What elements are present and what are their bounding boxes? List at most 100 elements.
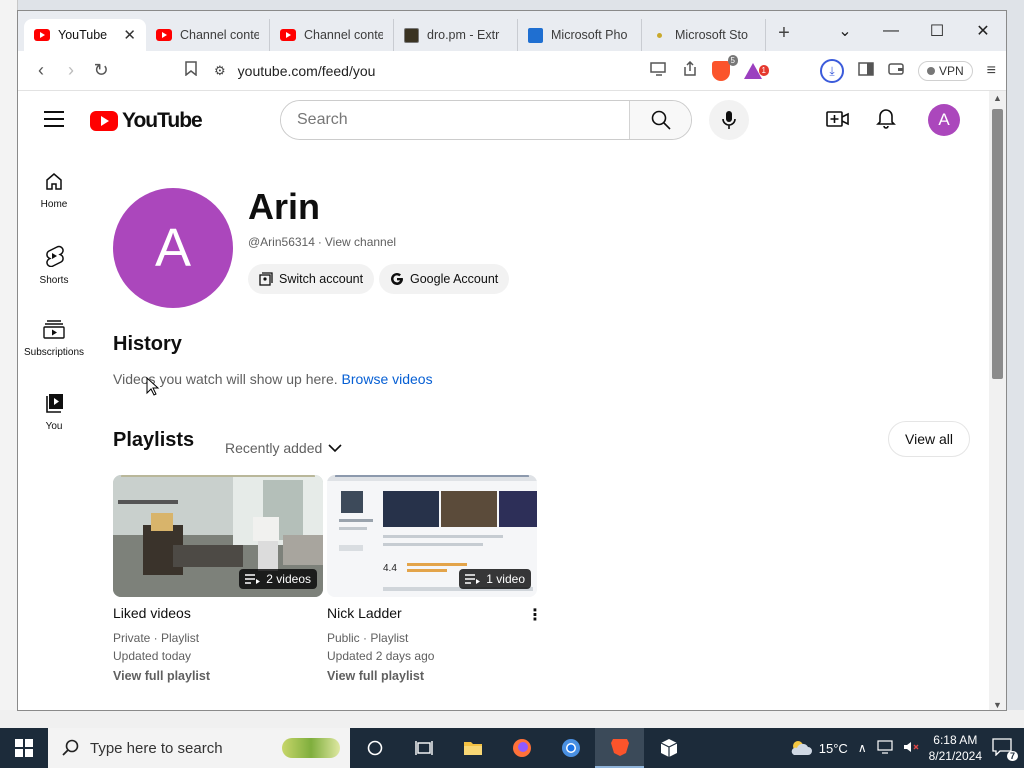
bell-icon — [876, 109, 896, 129]
guide-item-home[interactable]: Home — [18, 161, 90, 235]
chrome-icon[interactable] — [546, 728, 595, 768]
view-full-playlist-link[interactable]: View full playlist — [113, 669, 323, 683]
clock-time: 6:18 AM — [933, 733, 978, 747]
maximize-icon[interactable]: ☐ — [914, 21, 960, 41]
volume-muted-icon[interactable] — [903, 740, 919, 757]
playlist-thumbnail[interactable]: 2 videos — [113, 475, 323, 597]
notifications-button[interactable] — [876, 107, 896, 134]
tab-search-chevron-icon[interactable]: ⌄ — [822, 21, 868, 41]
bookmark-icon[interactable] — [176, 60, 206, 81]
create-button[interactable] — [826, 109, 850, 134]
task-view-icon[interactable] — [399, 728, 448, 768]
home-icon — [46, 173, 62, 190]
browser-window: YouTube ✕ Channel conte Channel conte dr… — [17, 10, 1007, 711]
wallet-icon[interactable] — [888, 62, 904, 81]
brave-rewards-icon[interactable]: 1 — [743, 63, 769, 79]
search-box — [280, 100, 692, 140]
view-channel-link[interactable]: View channel — [325, 235, 396, 249]
youtube-logo[interactable]: YouTube — [90, 109, 203, 133]
playlist-thumbnail[interactable]: 4.4 1 video — [327, 475, 537, 597]
cast-icon[interactable] — [650, 61, 668, 81]
notifications-center-icon[interactable]: 7 — [992, 737, 1018, 761]
browser-toolbar: ‹ › ↻ ⚙ youtube.com/feed/you 5 1 ⤓ VPN ≡ — [18, 51, 1006, 91]
tab-microsoft-store[interactable]: Microsoft Sto — [642, 19, 766, 51]
tab-dro-pm[interactable]: dro.pm - Extr — [394, 19, 518, 51]
scrollbar-thumb[interactable] — [992, 109, 1003, 379]
guide-item-subscriptions[interactable]: Subscriptions — [18, 309, 90, 383]
tab-youtube[interactable]: YouTube ✕ — [24, 19, 146, 51]
minimize-icon[interactable]: — — [868, 22, 914, 40]
scroll-down-icon[interactable]: ▼ — [993, 700, 1002, 710]
network-icon[interactable] — [877, 739, 893, 757]
taskbar-search-placeholder: Type here to search — [90, 739, 223, 757]
history-heading[interactable]: History — [113, 333, 182, 356]
brave-shields-icon[interactable]: 5 — [711, 55, 738, 81]
cortana-icon[interactable] — [350, 728, 399, 768]
file-explorer-icon[interactable] — [448, 728, 497, 768]
new-tab-button[interactable]: + — [766, 22, 802, 45]
reload-icon[interactable]: ↻ — [86, 60, 116, 81]
search-input[interactable] — [281, 101, 629, 139]
guide-item-you[interactable]: You — [18, 383, 90, 457]
close-window-icon[interactable]: ✕ — [960, 21, 1006, 41]
vpn-button[interactable]: VPN — [917, 61, 973, 81]
switch-account-button[interactable]: Switch account — [248, 264, 375, 294]
playlist-title[interactable]: Nick Ladder — [327, 605, 537, 621]
clock[interactable]: 6:18 AM 8/21/2024 — [929, 732, 982, 764]
start-button[interactable] — [0, 728, 48, 768]
download-icon[interactable]: ⤓ — [819, 59, 844, 83]
weather-cloud-icon — [791, 741, 812, 755]
brave-browser-icon[interactable] — [595, 728, 644, 768]
weather-widget[interactable]: 15°C — [789, 738, 848, 758]
voice-search-button[interactable] — [709, 100, 749, 140]
youtube-page: YouTube A Home — [18, 91, 990, 710]
guide-item-shorts[interactable]: Shorts — [18, 235, 90, 309]
tab-title: YouTube — [58, 28, 108, 42]
playlist-title[interactable]: Liked videos — [113, 605, 323, 621]
tab-title: Microsoft Pho — [551, 28, 628, 42]
tab-title: dro.pm - Extr — [427, 28, 500, 42]
more-actions-icon[interactable]: ⋮ — [527, 605, 543, 625]
switch-account-icon — [259, 272, 273, 286]
sort-label: Recently added — [225, 440, 323, 456]
mini-guide: Home Shorts Subscriptions You — [18, 161, 90, 457]
playlists-heading[interactable]: Playlists — [113, 429, 194, 452]
page-scrollbar[interactable]: ▲ ▼ — [989, 91, 1006, 710]
playlist-card-liked[interactable]: 2 videos Liked videos Private · Playlist… — [113, 475, 323, 683]
forward-icon[interactable]: › — [56, 60, 86, 81]
show-hidden-icons-icon[interactable]: ∧ — [858, 741, 867, 755]
playlist-card-nick-ladder[interactable]: 4.4 1 video Nick Ladder ⋮ Public · Playl… — [327, 475, 543, 683]
channel-avatar[interactable]: A — [113, 188, 233, 308]
google-account-button[interactable]: Google Account — [379, 264, 510, 294]
back-icon[interactable]: ‹ — [26, 60, 56, 81]
account-avatar[interactable]: A — [928, 104, 960, 136]
browse-videos-link[interactable]: Browse videos — [342, 371, 433, 387]
tab-microsoft-photos[interactable]: Microsoft Pho — [518, 19, 642, 51]
vpn-label: VPN — [938, 64, 964, 78]
sidebar-icon[interactable] — [858, 61, 874, 81]
search-icon — [62, 739, 79, 756]
separator: · — [317, 235, 322, 249]
window-controls: ⌄ — ☐ ✕ — [822, 11, 1006, 51]
playlist-sort-dropdown[interactable]: Recently added — [225, 440, 342, 456]
taskbar-search-box[interactable]: Type here to search — [48, 728, 350, 768]
menu-icon[interactable]: ≡ — [987, 62, 996, 80]
share-icon[interactable] — [682, 60, 698, 82]
view-all-button[interactable]: View all — [888, 421, 970, 457]
view-full-playlist-link[interactable]: View full playlist — [327, 669, 537, 683]
guide-label: Shorts — [39, 275, 69, 286]
firefox-icon[interactable] — [497, 728, 546, 768]
microphone-icon — [722, 111, 736, 129]
close-tab-icon[interactable]: ✕ — [123, 26, 136, 44]
playlist-meta: Public · Playlist Updated 2 days ago — [327, 629, 537, 665]
site-info-icon[interactable]: ⚙ — [214, 63, 226, 79]
package-app-icon[interactable] — [644, 728, 693, 768]
guide-menu-icon[interactable] — [44, 111, 64, 132]
search-button[interactable] — [629, 101, 691, 139]
loading-favicon-icon — [652, 28, 667, 43]
playlist-meta: Private · Playlist Updated today — [113, 629, 323, 665]
scroll-up-icon[interactable]: ▲ — [993, 93, 1002, 103]
tab-channel-content-1[interactable]: Channel conte — [146, 19, 270, 51]
mouse-cursor-icon — [146, 377, 160, 396]
tab-channel-content-2[interactable]: Channel conte — [270, 19, 394, 51]
